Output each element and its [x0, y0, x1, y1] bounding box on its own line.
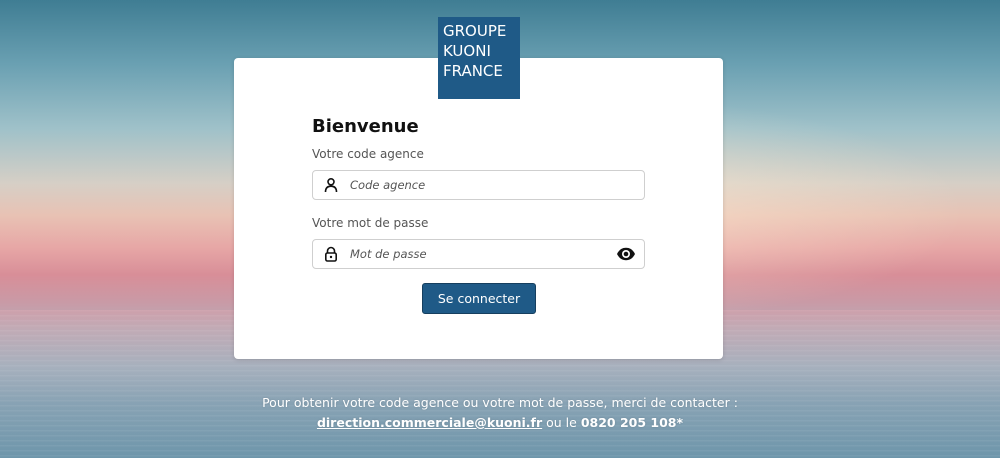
agency-code-label: Votre code agence [312, 147, 424, 161]
page-title: Bienvenue [312, 116, 419, 137]
groupe-kuoni-france-logo: GROUPE KUONI FRANCE [438, 17, 520, 99]
contact-text: Pour obtenir votre code agence ou votre … [262, 395, 738, 410]
logo-line-3: FRANCE [443, 62, 503, 80]
lock-icon [323, 246, 339, 262]
logo-line-1: GROUPE [443, 22, 507, 40]
login-button[interactable]: Se connecter [422, 283, 536, 314]
user-icon [323, 177, 339, 193]
contact-info: Pour obtenir votre code agence ou votre … [0, 393, 1000, 433]
agency-code-input[interactable] [350, 171, 610, 199]
password-input[interactable] [350, 240, 610, 268]
logo-line-2: KUONI [443, 42, 491, 60]
contact-line-2: direction.commerciale@kuoni.fr ou le 082… [0, 413, 1000, 433]
contact-phone: 0820 205 108* [580, 415, 684, 430]
password-label: Votre mot de passe [312, 216, 429, 230]
login-card: Bienvenue Votre code agence Votre mot de… [234, 58, 723, 359]
eye-icon[interactable] [616, 246, 636, 262]
contact-connector: ou le [542, 415, 581, 430]
password-field[interactable] [312, 239, 645, 269]
contact-email-link[interactable]: direction.commerciale@kuoni.fr [317, 415, 542, 430]
agency-code-field[interactable] [312, 170, 645, 200]
